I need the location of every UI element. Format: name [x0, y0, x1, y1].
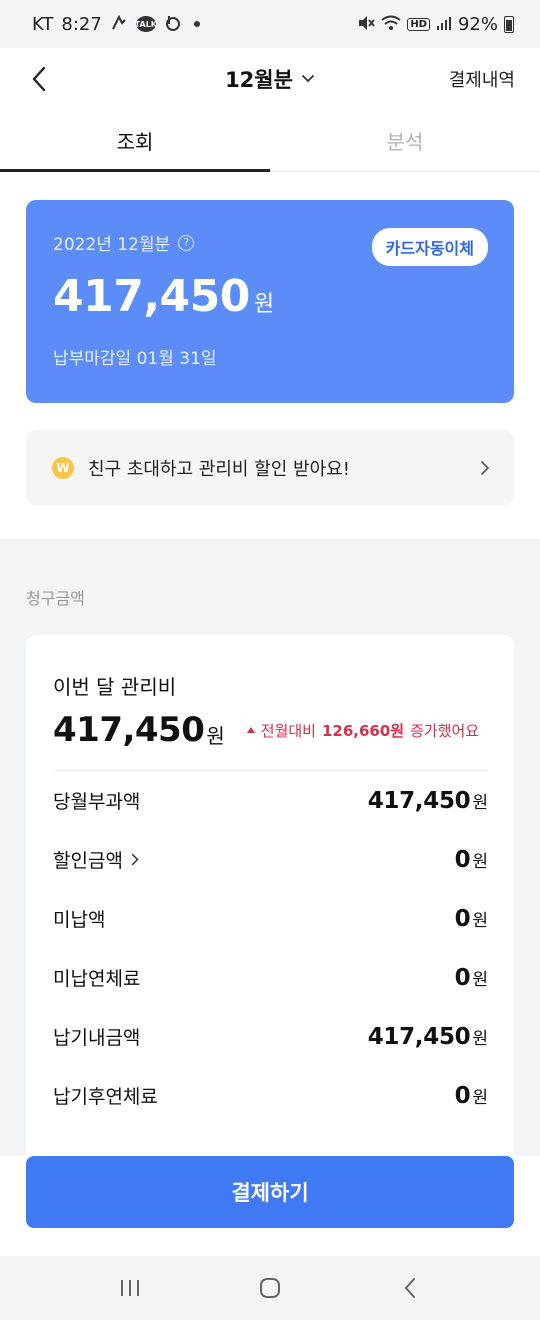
- detail-row-late-fee-after-due: 납기후연체료 0 원: [53, 1066, 488, 1125]
- detail-value: 417,450 원: [368, 1024, 488, 1050]
- detail-row-unpaid-late-fee: 미납연체료 0 원: [53, 948, 488, 1007]
- bill-summary-card: 2022년 12월분 ? 카드자동이체 417,450 원 납부마감일 01월 …: [26, 200, 514, 403]
- month-amount-unit: 원: [206, 723, 225, 748]
- detail-value: 0 원: [455, 1083, 488, 1109]
- detail-value: 0 원: [455, 965, 488, 991]
- pay-button-bar: 결제하기: [0, 1156, 540, 1256]
- battery-icon: [504, 15, 514, 33]
- detail-value-number: 0: [454, 1082, 471, 1109]
- tab-bar: 조회 분석: [0, 110, 540, 172]
- hd-voice-icon: HD: [407, 17, 430, 31]
- summary-section: 2022년 12월분 ? 카드자동이체 417,450 원 납부마감일 01월 …: [0, 172, 540, 539]
- detail-value: 0 원: [455, 847, 488, 873]
- month-amount: 417,450: [53, 710, 205, 750]
- detail-row-unpaid: 미납액 0 원: [53, 889, 488, 948]
- coin-icon: W: [52, 456, 74, 479]
- detail-label: 미납액: [53, 909, 106, 931]
- detail-value-number: 0: [454, 964, 471, 991]
- detail-label: 납기내금액: [53, 1027, 141, 1049]
- auto-pay-badge[interactable]: 카드자동이체: [371, 228, 488, 266]
- compare-prefix: 전월대비: [260, 721, 316, 740]
- billing-section: 청구금액 이번 달 관리비 417,450 원 전월대비 126,660원 증가…: [0, 539, 540, 1175]
- status-bar: KT 8:27 TALK HD 92%: [0, 0, 540, 48]
- invite-banner[interactable]: W 친구 초대하고 관리비 할인 받아요!: [26, 430, 514, 505]
- mute-icon: [357, 15, 376, 34]
- bill-amount: 417,450: [53, 271, 250, 322]
- wifi-icon: [381, 15, 401, 34]
- detail-value-unit: 원: [472, 969, 488, 990]
- bill-period: 2022년 12월분: [53, 235, 171, 255]
- battery-percent: 92%: [457, 13, 498, 35]
- tab-analysis[interactable]: 분석: [270, 110, 540, 171]
- recent-apps-button[interactable]: [100, 1268, 160, 1308]
- top-header: 12월분 결제내역: [0, 48, 540, 110]
- chevron-right-icon: [131, 853, 139, 866]
- page-title: 12월분: [225, 68, 293, 92]
- section-label: 청구금액: [26, 589, 85, 608]
- chevron-down-icon: [302, 75, 314, 83]
- payment-history-link[interactable]: 결제내역: [449, 66, 515, 92]
- compare-value: 126,660원: [321, 721, 405, 740]
- detail-value-unit: 원: [472, 1087, 488, 1108]
- month-label: 이번 달 관리비: [53, 675, 177, 699]
- carrier-label: KT: [32, 13, 54, 35]
- home-button[interactable]: [240, 1268, 300, 1308]
- detail-label-text: 할인금액: [53, 850, 123, 872]
- system-back-button[interactable]: [380, 1268, 440, 1308]
- detail-value: 417,450 원: [368, 788, 488, 814]
- invite-text: 친구 초대하고 관리비 할인 받아요!: [88, 458, 350, 480]
- detail-value-number: 417,450: [367, 787, 471, 814]
- tab-inquiry[interactable]: 조회: [0, 110, 270, 172]
- notification-app-icon: [110, 14, 128, 35]
- due-date: 납부마감일 01월 31일: [53, 349, 217, 369]
- back-icon: [404, 1278, 415, 1298]
- month-compare: 전월대비 126,660원 증가했어요: [246, 720, 480, 741]
- signal-icon: [436, 15, 452, 34]
- detail-label-discount: 할인금액: [53, 846, 139, 873]
- pay-button[interactable]: 결제하기: [26, 1156, 514, 1228]
- more-notifications-dot: [193, 21, 200, 27]
- help-icon[interactable]: ?: [178, 234, 195, 251]
- detail-value-number: 417,450: [367, 1023, 471, 1050]
- detail-row-amount-before-due: 납기내금액 417,450 원: [53, 1007, 488, 1066]
- detail-value-unit: 원: [472, 851, 488, 872]
- compare-suffix: 증가했어요: [410, 721, 480, 740]
- kakaotalk-icon: TALK: [135, 16, 157, 32]
- increase-arrow-icon: [246, 727, 255, 733]
- chevron-right-icon: [481, 460, 490, 475]
- detail-row-current-charge: 당월부과액 417,450 원: [53, 771, 488, 830]
- clock: 8:27: [61, 13, 102, 35]
- app-screen: 12월분 결제내역 조회 분석 2022년 12월분 ? 카드자동이체 417,…: [0, 48, 540, 1256]
- detail-value-number: 0: [454, 905, 471, 932]
- detail-label: 납기후연체료: [53, 1086, 158, 1108]
- home-icon: [260, 1278, 280, 1298]
- detail-label: 당월부과액: [53, 791, 141, 813]
- bill-amount-unit: 원: [253, 292, 275, 317]
- detail-value-unit: 원: [472, 910, 488, 931]
- detail-value-unit: 원: [472, 1028, 488, 1049]
- recent-apps-icon: [121, 1280, 139, 1296]
- detail-row-discount[interactable]: 할인금액 0 원: [53, 830, 488, 889]
- b-app-icon: [164, 14, 182, 35]
- bill-amount-row: 417,450 원: [53, 271, 488, 322]
- detail-value-number: 0: [454, 846, 471, 873]
- system-nav-bar: [0, 1256, 540, 1320]
- month-amount-row: 417,450 원 전월대비 126,660원 증가했어요: [53, 710, 488, 771]
- bill-detail-card: 이번 달 관리비 417,450 원 전월대비 126,660원 증가했어요 당…: [26, 635, 514, 1175]
- detail-value: 0 원: [455, 906, 488, 932]
- detail-value-unit: 원: [472, 792, 488, 813]
- detail-label: 미납연체료: [53, 968, 141, 990]
